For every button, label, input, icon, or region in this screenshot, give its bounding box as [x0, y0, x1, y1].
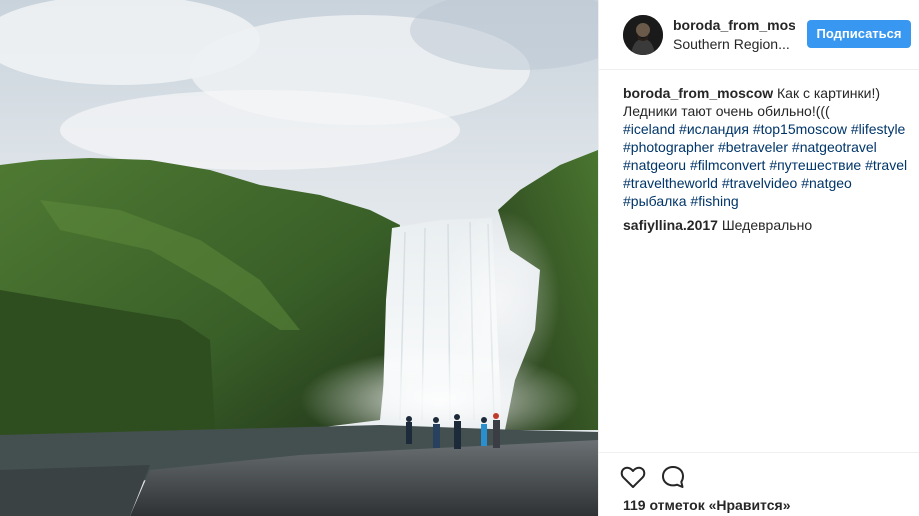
location-link[interactable]: Southern Region... [673, 36, 790, 52]
instagram-post: boroda_from_mos Southern Region... Подпи… [0, 0, 919, 516]
hashtag-link[interactable]: #filmconvert [690, 157, 765, 173]
user-comment: safiyllina.2017 Шедеврально [623, 216, 913, 234]
hashtag-link[interactable]: #natgeo [801, 175, 852, 191]
post-actions: 119 отметок «Нравится» [599, 452, 919, 516]
comment-button[interactable] [659, 463, 687, 491]
hashtag-link[interactable]: #путешествие [769, 157, 861, 173]
comment-text: Шедеврально [721, 217, 813, 233]
hashtag-line: #рыбалка #fishing [623, 192, 913, 210]
caption-comment: boroda_from_moscow Как с картинки!) Ледн… [623, 84, 913, 210]
avatar-image [623, 15, 663, 55]
hashtag-link[interactable]: #fishing [690, 193, 738, 209]
hashtag-link[interactable]: #исландия [679, 121, 749, 137]
hashtag-line: #natgeoru #filmconvert #путешествие #tra… [623, 156, 913, 174]
hashtag-line: #photographer #betraveler #natgeotravel [623, 138, 913, 156]
hashtag-link[interactable]: #traveltheworld [623, 175, 718, 191]
hashtag-link[interactable]: #betraveler [718, 139, 788, 155]
post-side-panel: boroda_from_mos Southern Region... Подпи… [598, 0, 919, 516]
hashtag-link[interactable]: #travel [865, 157, 907, 173]
likes-count[interactable]: 119 отметок «Нравится» [623, 497, 790, 513]
hashtag-link[interactable]: #travelvideo [722, 175, 798, 191]
caption-text-line2: Ледники тают очень обильно!((( [623, 103, 830, 119]
comments-list: boroda_from_moscow Как с картинки!) Ледн… [623, 84, 913, 240]
hashtag-link[interactable]: #рыбалка [623, 193, 687, 209]
post-photo[interactable] [0, 0, 598, 516]
hashtag-line: #traveltheworld #travelvideo #natgeo [623, 174, 913, 192]
follow-button[interactable]: Подписаться [807, 20, 911, 48]
hashtag-link[interactable]: #lifestyle [851, 121, 905, 137]
heart-icon [620, 466, 646, 488]
speech-bubble-icon [662, 466, 684, 488]
caption-text-line1: Как с картинки!) [777, 85, 881, 101]
avatar[interactable] [623, 15, 663, 55]
post-header: boroda_from_mos Southern Region... Подпи… [599, 0, 919, 70]
hashtag-link[interactable]: #top15moscow [753, 121, 847, 137]
like-button[interactable] [619, 463, 647, 491]
hashtag-line: #iceland #исландия #top15moscow #lifesty… [623, 120, 913, 138]
comment-author-link[interactable]: safiyllina.2017 [623, 217, 718, 233]
username-link[interactable]: boroda_from_mos [673, 17, 795, 33]
hashtag-link[interactable]: #photographer [623, 139, 714, 155]
hashtag-link[interactable]: #natgeotravel [792, 139, 877, 155]
hashtag-link[interactable]: #iceland [623, 121, 675, 137]
waterfall-photo [0, 0, 598, 516]
hashtag-link[interactable]: #natgeoru [623, 157, 686, 173]
caption-author-link[interactable]: boroda_from_moscow [623, 85, 773, 101]
